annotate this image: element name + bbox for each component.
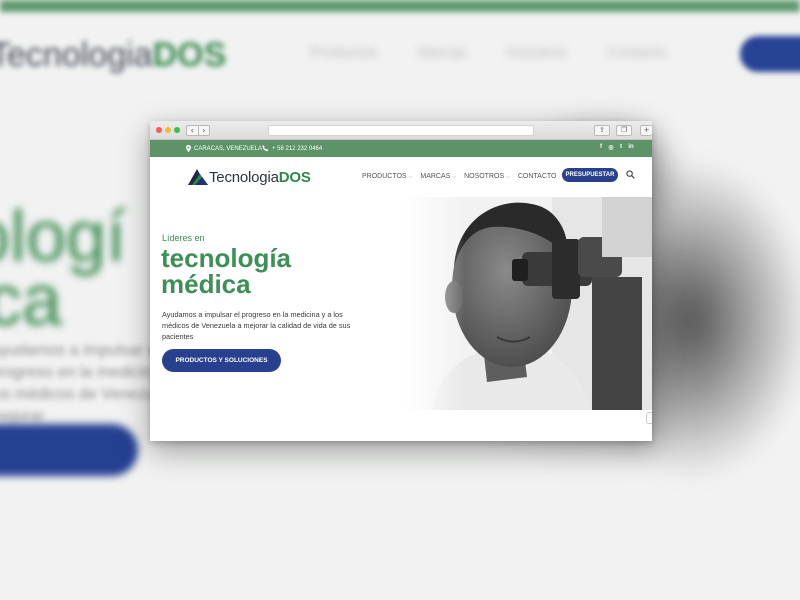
menu-item-nosotros[interactable]: NOSOTROS ⌵ — [464, 173, 510, 180]
new-tab-icon[interactable]: + — [640, 125, 652, 136]
location-info: CARACAS, VENEZUELA — [186, 145, 262, 152]
main-menu: PRODUCTOS ⌵ MARCAS ⌵ NOSOTROS ⌵ CONTACTO — [362, 173, 557, 180]
site-header: TecnologiaDOS PRODUCTOS ⌵ MARCAS ⌵ NOSOT… — [150, 157, 652, 197]
background-cta-button — [740, 36, 800, 72]
background-topbar — [0, 0, 800, 12]
background-menu-item: Nosotros — [506, 44, 567, 61]
forward-icon[interactable]: › — [197, 126, 210, 135]
browser-toolbar: ‹ › ⇪ ❐ + — [150, 121, 652, 140]
search-icon[interactable] — [626, 170, 635, 179]
background-logo: TecnologiaDOS — [0, 36, 227, 74]
presupuestar-button[interactable]: PRESUPUESTAR — [562, 168, 618, 182]
browser-window: ‹ › ⇪ ❐ + CARACAS, VENEZUELA + 58 212 23… — [150, 121, 652, 441]
site-logo[interactable]: TecnologiaDOS — [186, 167, 311, 187]
maximize-window-button[interactable] — [174, 127, 180, 133]
hero-title: tecnología médica — [161, 243, 292, 299]
hero-kicker: Líderes en — [162, 233, 205, 243]
productos-soluciones-button[interactable]: PRODUCTOS Y SOLUCIONES — [162, 349, 281, 372]
background-hero-button — [0, 424, 138, 476]
instagram-icon[interactable]: ◎ — [608, 144, 614, 151]
logo-wordmark: TecnologiaDOS — [209, 168, 311, 186]
linkedin-icon[interactable]: in — [628, 144, 634, 151]
logo-triangle-icon — [188, 169, 208, 185]
side-tab-handle[interactable] — [646, 412, 652, 424]
background-title: nologí dica — [0, 197, 127, 341]
hero-photo-doctor-ophthalmoscope — [402, 197, 652, 410]
hero-description: Ayudamos a impulsar el progreso en la me… — [162, 310, 351, 341]
social-links: f ◎ t in — [598, 144, 634, 151]
chevron-down-icon: ⌵ — [452, 174, 457, 180]
tabs-overview-icon[interactable]: ❐ — [616, 125, 632, 136]
menu-item-contacto[interactable]: CONTACTO — [518, 173, 557, 180]
chevron-down-icon: ⌵ — [408, 174, 413, 180]
phone-info: + 58 212 232 0464 — [262, 145, 322, 152]
twitter-icon[interactable]: t — [618, 144, 624, 151]
location-text: CARACAS, VENEZUELA — [194, 145, 263, 152]
history-nav-buttons: ‹ › — [186, 125, 210, 136]
chevron-down-icon: ⌵ — [506, 174, 510, 180]
close-window-button[interactable] — [156, 127, 162, 133]
phone-icon — [262, 145, 269, 152]
minimize-window-button[interactable] — [165, 127, 171, 133]
menu-item-marcas[interactable]: MARCAS ⌵ — [420, 173, 456, 180]
hero-section: Líderes en tecnología médica Ayudamos a … — [150, 197, 652, 410]
background-menu: Productos Marcas Nosotros Contacto — [310, 44, 667, 61]
site-info-bar: CARACAS, VENEZUELA + 58 212 232 0464 f ◎… — [150, 140, 652, 157]
background-menu-item: Contacto — [606, 44, 667, 61]
menu-item-productos[interactable]: PRODUCTOS ⌵ — [362, 173, 412, 180]
background-menu-item: Productos — [310, 44, 378, 61]
share-icon[interactable]: ⇪ — [594, 125, 610, 136]
address-bar[interactable] — [268, 125, 534, 136]
map-pin-icon — [186, 145, 191, 152]
page-below-hero — [150, 410, 652, 439]
background-menu-item: Marcas — [417, 44, 467, 61]
phone-number[interactable]: + 58 212 232 0464 — [272, 146, 322, 152]
back-icon[interactable]: ‹ — [187, 126, 198, 135]
facebook-icon[interactable]: f — [598, 144, 604, 151]
